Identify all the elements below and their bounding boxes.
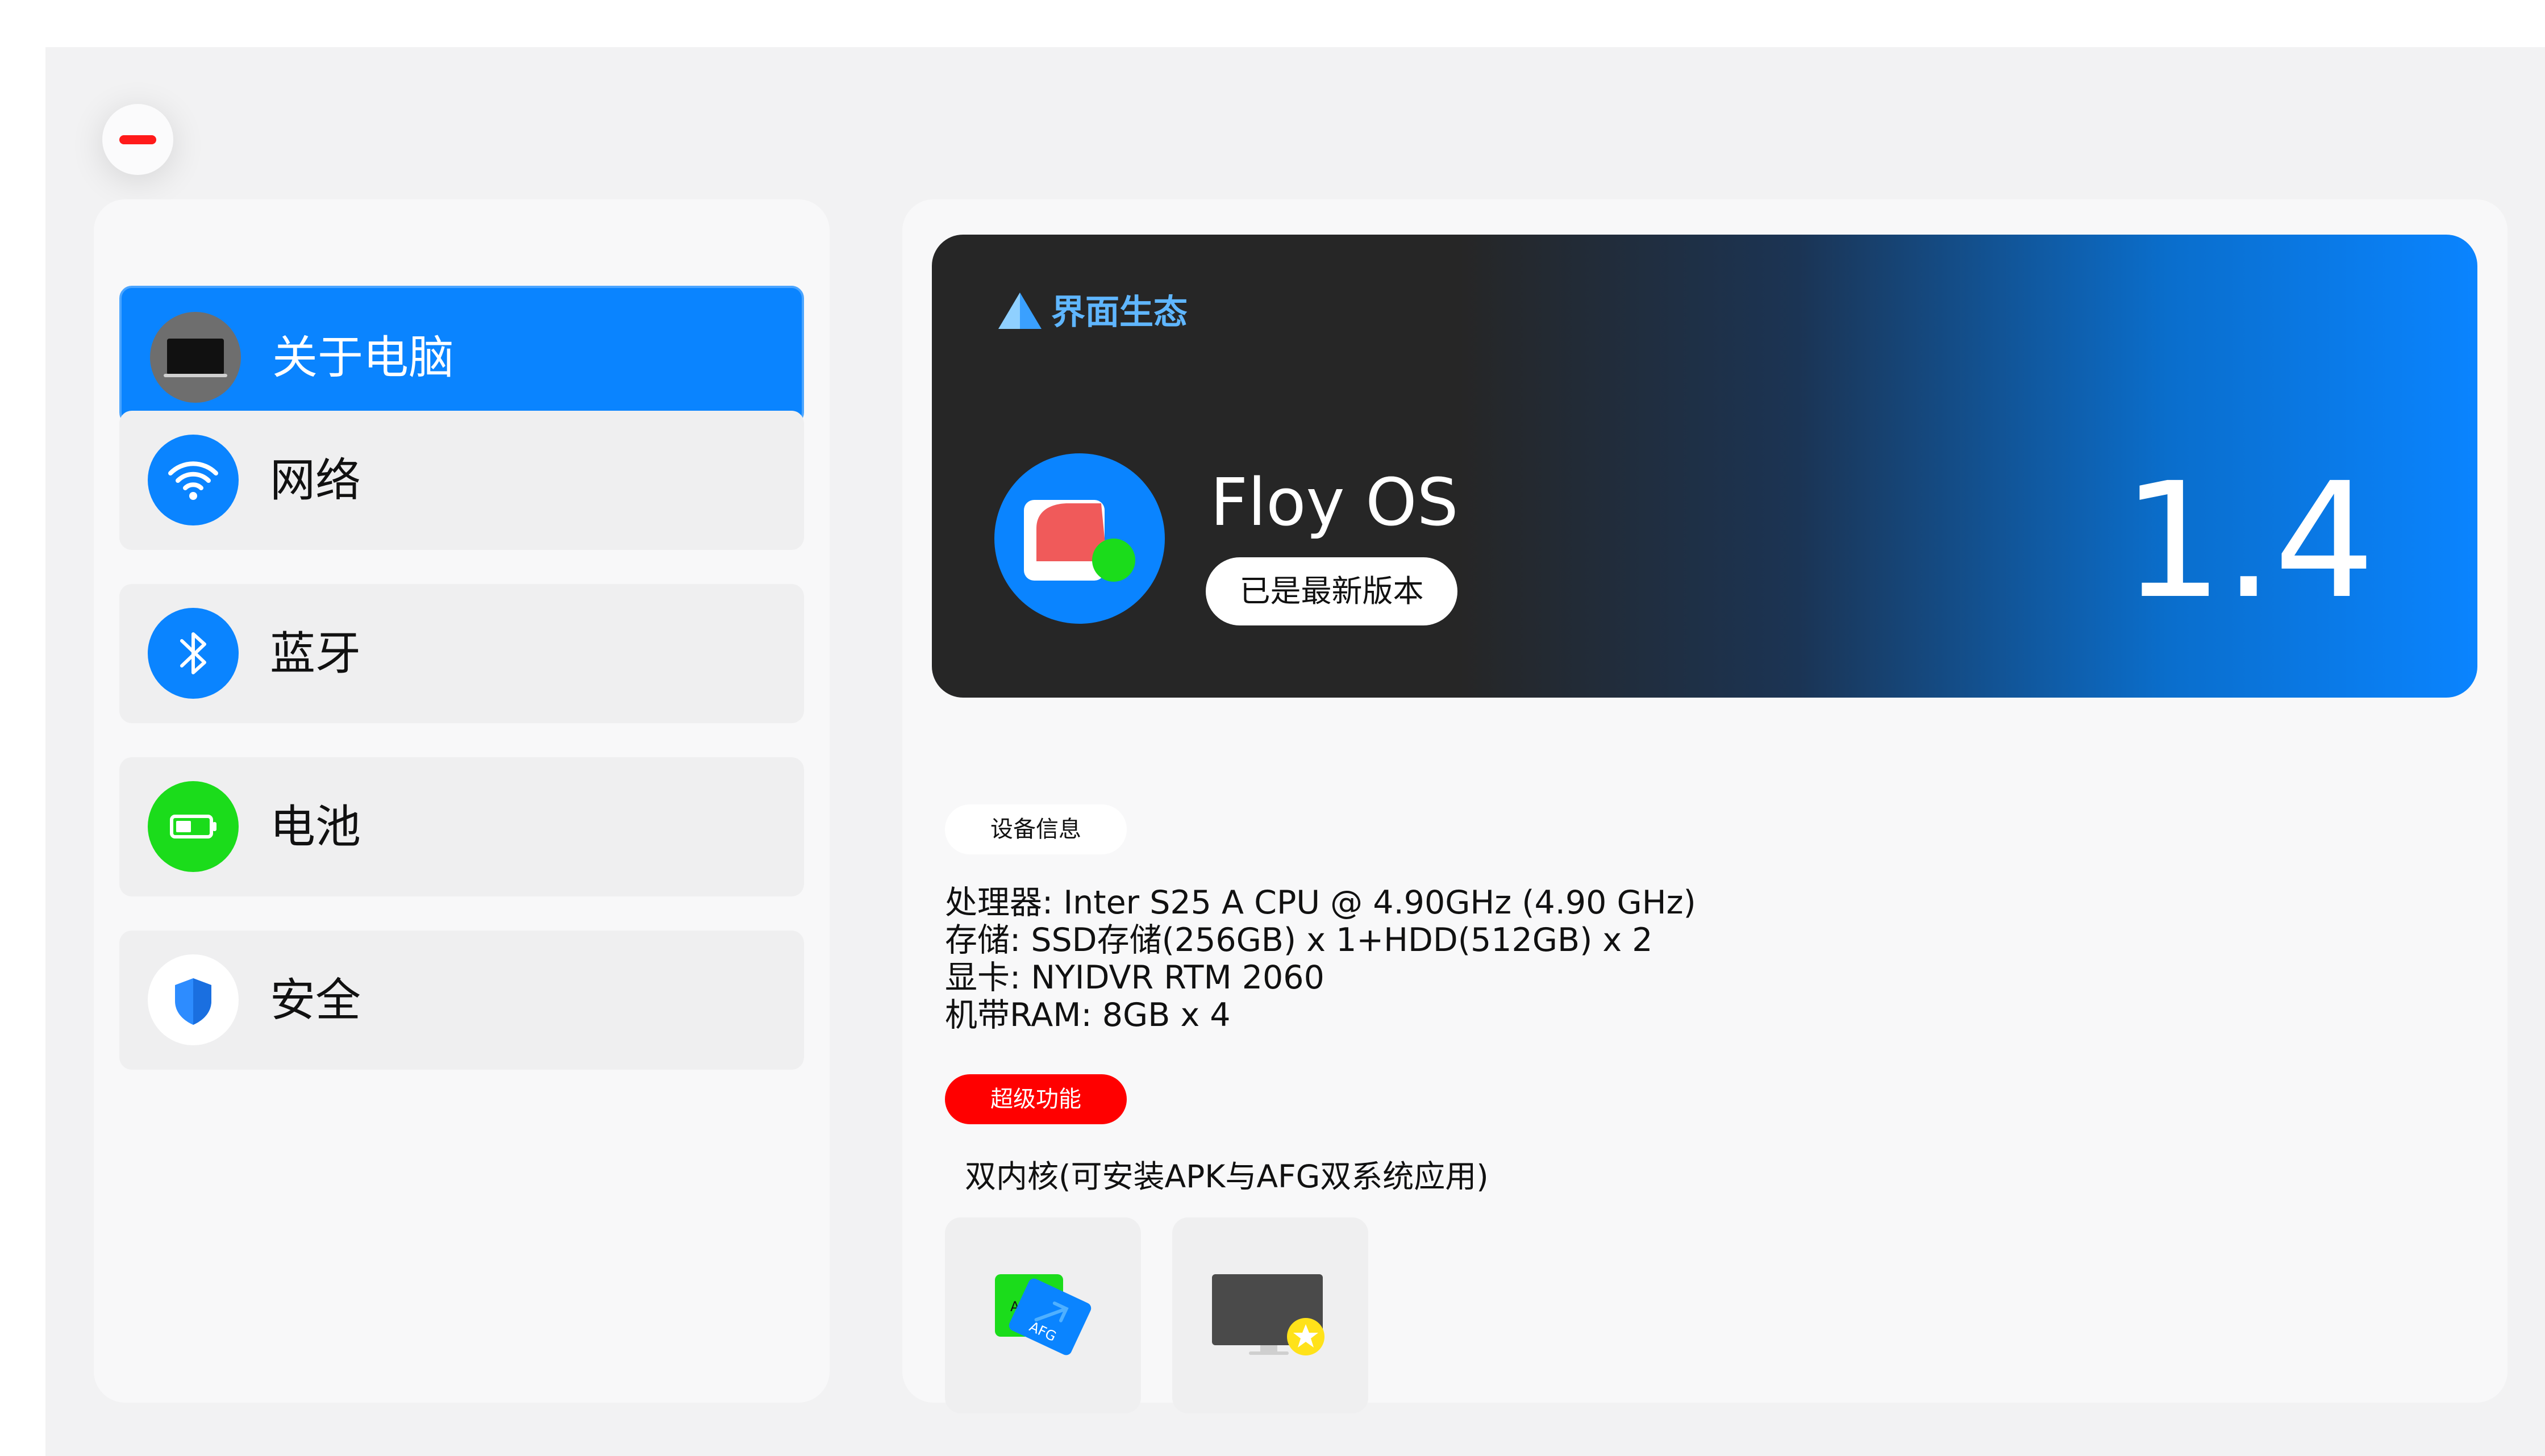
- minus-icon: [119, 135, 156, 144]
- sidebar-item-security[interactable]: 安全: [119, 931, 804, 1070]
- brand-name: 界面生态: [1051, 293, 1188, 332]
- close-button[interactable]: [102, 104, 173, 175]
- sidebar-item-label: 安全: [270, 974, 361, 1027]
- sidebar-item-network[interactable]: 网络: [119, 411, 804, 550]
- main-panel: 界面生态 Floy OS 已是最新版本 1.4 设备信息 处理器: Inter …: [902, 199, 2507, 1413]
- spec-gpu: 显卡: NYIDVR RTM 2060: [945, 959, 1324, 996]
- device-spec-list: 处理器: Inter S25 A CPU @ 4.90GHz (4.90 GHz…: [945, 884, 1696, 1034]
- bluetooth-icon: [148, 608, 239, 699]
- sidebar-item-label: 蓝牙: [270, 627, 361, 680]
- sidebar-item-label: 网络: [270, 454, 361, 507]
- super-features-tag: 超级功能: [945, 1074, 1127, 1124]
- laptop-icon: [150, 312, 241, 403]
- feature-card-monitor[interactable]: [1172, 1217, 1368, 1413]
- spec-ram: 机带RAM: 8GB x 4: [945, 996, 1231, 1034]
- settings-window: 关于电脑 网络 蓝牙 电池 安全 界面生态 Floy OS 已是最新版本 1.4…: [45, 47, 2545, 1456]
- version-number: 1.4: [2122, 449, 2375, 634]
- feature-card-dual-kernel[interactable]: AP AFG: [945, 1217, 1141, 1413]
- sidebar-item-bluetooth[interactable]: 蓝牙: [119, 584, 804, 723]
- spec-storage: 存储: SSD存储(256GB) x 1+HDD(512GB) x 2: [945, 921, 1653, 959]
- wifi-icon: [148, 435, 239, 525]
- sidebar-item-label: 关于电脑: [272, 331, 454, 384]
- battery-icon: [148, 781, 239, 872]
- os-logo-icon: [994, 453, 1165, 624]
- brand-logo-icon: [998, 293, 1042, 329]
- os-name: Floy OS: [1210, 465, 1459, 541]
- os-version-banner: 界面生态 Floy OS 已是最新版本 1.4: [932, 235, 2477, 698]
- sidebar-item-battery[interactable]: 电池: [119, 757, 804, 896]
- sidebar-item-label: 电池: [270, 800, 361, 853]
- update-status-badge[interactable]: 已是最新版本: [1206, 557, 1457, 625]
- feature-description: 双内核(可安装APK与AFG双系统应用): [965, 1158, 1489, 1195]
- shield-icon: [148, 954, 239, 1045]
- sidebar-item-about-pc[interactable]: 关于电脑: [119, 286, 804, 425]
- spec-cpu: 处理器: Inter S25 A CPU @ 4.90GHz (4.90 GHz…: [945, 884, 1696, 921]
- featured-monitor-icon: [1212, 1274, 1324, 1355]
- sidebar: 关于电脑 网络 蓝牙 电池 安全: [94, 199, 830, 1403]
- device-info-tag: 设备信息: [945, 804, 1127, 854]
- apk-afg-dual-system-icon: AP AFG: [995, 1274, 1092, 1355]
